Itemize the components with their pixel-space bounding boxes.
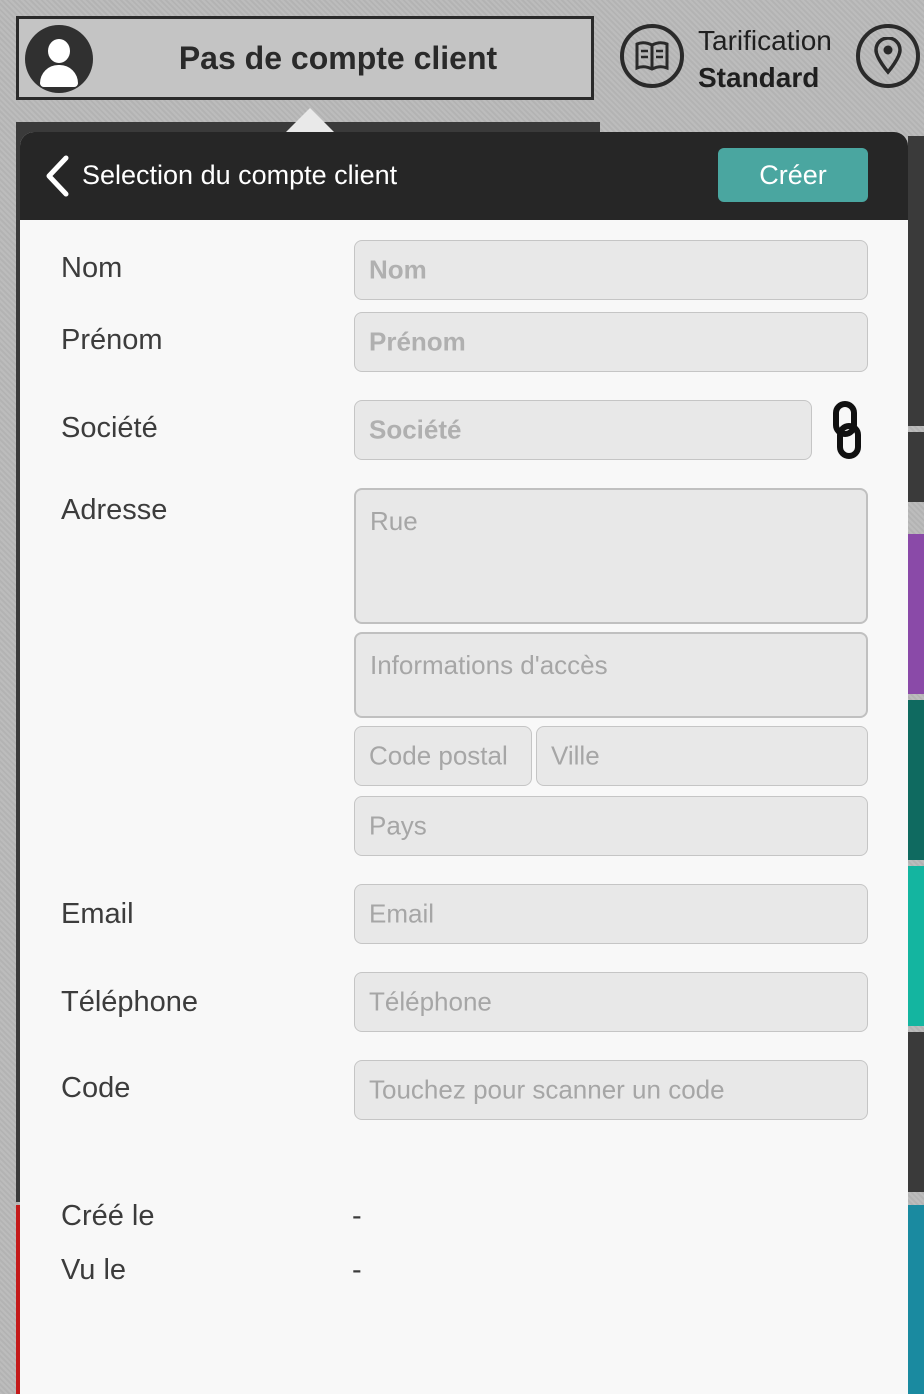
country-input[interactable]: Pays (354, 796, 868, 856)
user-icon (25, 25, 93, 93)
pricing-label: Tarification (698, 25, 832, 56)
rue-input[interactable]: Rue (354, 488, 868, 624)
background-strip (908, 1205, 924, 1394)
created-value: - (352, 1200, 362, 1232)
code-label: Code (61, 1072, 131, 1104)
scan-code-input[interactable]: Touchez pour scanner un code (354, 1060, 868, 1120)
background-strip (908, 432, 924, 502)
pricing-mode[interactable]: Tarification Standard (698, 22, 832, 96)
location-pin-icon[interactable] (856, 24, 920, 88)
email-label: Email (61, 898, 134, 930)
background-strip (908, 534, 924, 694)
prenom-input[interactable]: Prénom (354, 312, 868, 372)
nom-input[interactable]: Nom (354, 240, 868, 300)
adresse-label: Adresse (61, 494, 168, 526)
account-label: Pas de compte client (178, 40, 498, 76)
email-input[interactable]: Email (354, 884, 868, 944)
customer-account-selector[interactable]: Pas de compte client (16, 16, 594, 100)
societe-input[interactable]: Société (354, 400, 812, 460)
panel-header: Selection du compte client Créer (20, 132, 908, 220)
prenom-label: Prénom (61, 324, 163, 356)
city-input[interactable]: Ville (536, 726, 868, 786)
seen-label: Vu le (61, 1254, 127, 1286)
postal-code-input[interactable]: Code postal (354, 726, 532, 786)
access-info-input[interactable]: Informations d'accès (354, 632, 868, 718)
back-chevron-icon[interactable] (44, 154, 72, 203)
book-icon[interactable] (620, 24, 684, 88)
telephone-input[interactable]: Téléphone (354, 972, 868, 1032)
telephone-label: Téléphone (61, 986, 199, 1018)
pricing-value: Standard (698, 62, 820, 93)
background-strip (908, 866, 924, 1026)
nom-label: Nom (61, 252, 123, 284)
seen-value: - (352, 1254, 362, 1286)
societe-label: Société (61, 412, 158, 444)
panel-title: Selection du compte client (82, 160, 398, 190)
created-label: Créé le (61, 1200, 155, 1232)
background-strip (908, 700, 924, 860)
link-icon[interactable] (830, 400, 864, 465)
popover-caret (284, 108, 336, 134)
create-button[interactable]: Créer (718, 148, 868, 202)
customer-account-panel: Selection du compte client Créer Nom Nom… (20, 132, 908, 1394)
background-strip (908, 1032, 924, 1192)
background-strip (908, 136, 924, 426)
